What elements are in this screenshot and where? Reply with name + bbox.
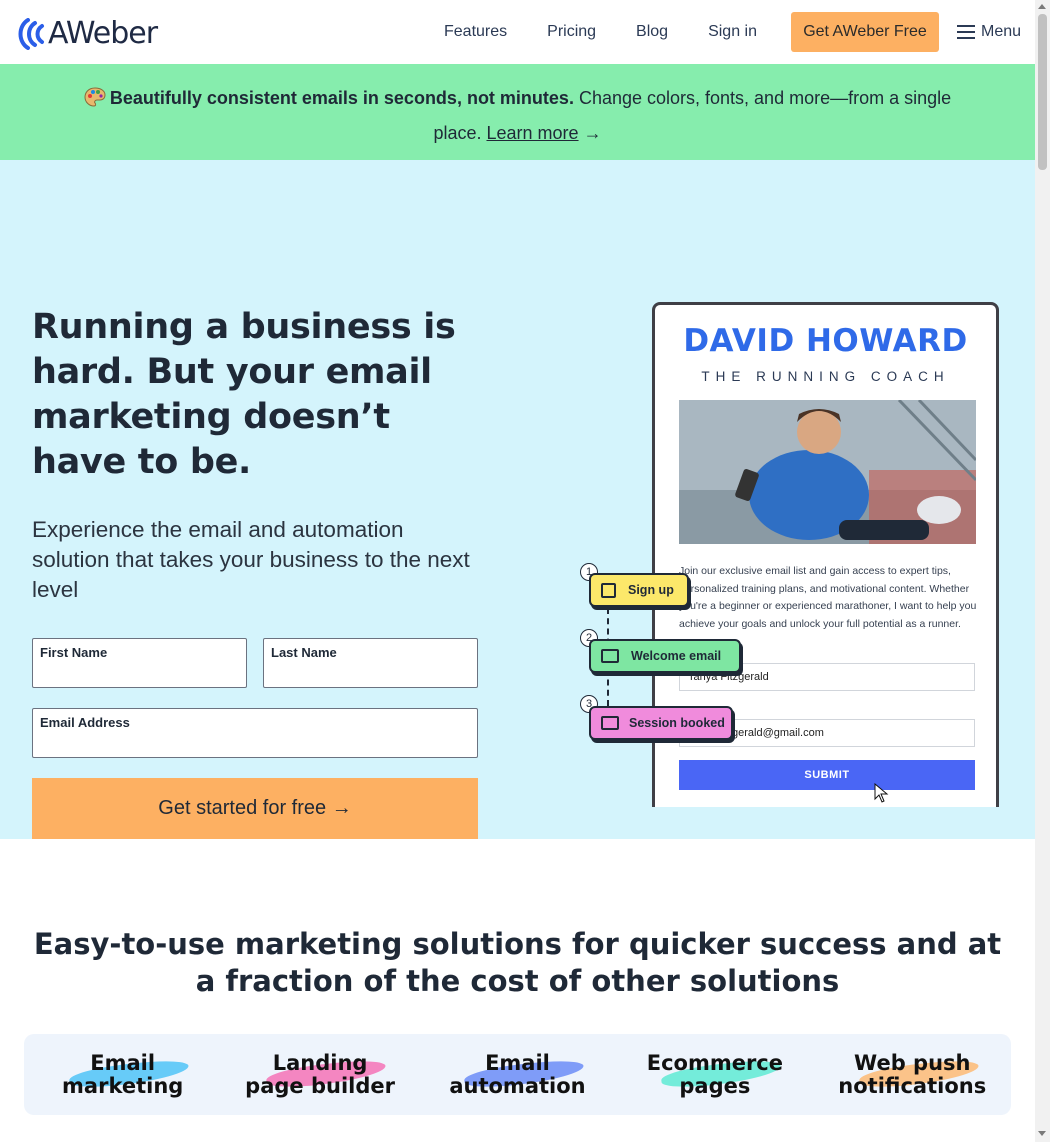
site-header: AWeber Features Pricing Blog Sign in Get… <box>0 0 1035 64</box>
scroll-down-icon[interactable] <box>1038 1131 1046 1136</box>
solution-line-2: pages <box>679 1073 751 1098</box>
arrow-right-icon: → <box>583 123 602 143</box>
preview-submit-button[interactable]: SUBMIT <box>679 760 975 790</box>
nav-features[interactable]: Features <box>424 12 527 52</box>
get-started-button[interactable]: Get started for free → <box>32 778 478 839</box>
first-name-label: First Name <box>40 645 108 660</box>
step-welcome-email: Welcome email <box>589 639 741 673</box>
hero-section: Running a business is hard. But your ema… <box>0 160 1035 839</box>
solution-line-1: Email <box>485 1050 550 1075</box>
get-aweber-free-button[interactable]: Get AWeber Free <box>791 12 939 52</box>
solution-line-1: Web push <box>854 1050 971 1075</box>
solution-line-1: Landing <box>272 1050 368 1075</box>
solution-line-2: notifications <box>838 1073 987 1098</box>
envelope-icon <box>601 649 619 663</box>
scroll-up-icon[interactable] <box>1038 4 1046 9</box>
envelope-icon <box>601 716 619 730</box>
solutions-title: Easy-to-use marketing solutions for quic… <box>33 927 1002 998</box>
page-scrollbar[interactable] <box>1035 0 1050 1142</box>
nav-sign-in[interactable]: Sign in <box>688 12 777 52</box>
step-session-booked: Session booked <box>589 706 733 740</box>
main-nav: Features Pricing Blog Sign in <box>424 12 777 52</box>
solution-ecommerce-pages[interactable]: Ecommerce pages <box>616 1034 813 1115</box>
email-address-label: Email Address <box>40 715 130 730</box>
scrollbar-thumb[interactable] <box>1038 14 1047 170</box>
form-icon <box>601 582 616 598</box>
preview-description: Join our exclusive email list and gain a… <box>679 565 977 630</box>
hero-subtitle: Experience the email and automation solu… <box>32 517 470 602</box>
solution-web-push-notifications[interactable]: Web push notifications <box>814 1034 1011 1115</box>
solution-email-marketing[interactable]: Email marketing <box>24 1034 221 1115</box>
solutions-strip: Email marketing Landing page builder Email… <box>24 1034 1011 1115</box>
aweber-logo-icon <box>18 17 44 50</box>
solution-line-2: automation <box>449 1073 586 1098</box>
solution-email-automation[interactable]: Email automation <box>419 1034 616 1115</box>
menu-button[interactable]: Menu <box>957 12 1021 52</box>
hamburger-icon <box>957 25 975 39</box>
last-name-label: Last Name <box>271 645 337 660</box>
learn-more-link[interactable]: Learn more <box>486 123 578 143</box>
step-welcome-email-label: Welcome email <box>631 649 722 663</box>
step-session-booked-label: Session booked <box>629 716 725 730</box>
last-name-field[interactable]: Last Name <box>263 638 478 688</box>
menu-label: Menu <box>981 23 1022 40</box>
solution-line-2: marketing <box>62 1073 184 1098</box>
runner-photo <box>679 400 976 544</box>
preview-role: THE RUNNING COACH <box>701 369 950 384</box>
aweber-logo[interactable]: AWeber <box>16 16 158 51</box>
solution-line-1: Ecommerce <box>646 1050 783 1075</box>
banner-bold-text: Beautifully consistent emails in seconds… <box>109 88 574 108</box>
email-address-field[interactable]: Email Address <box>32 708 478 758</box>
solution-line-2: page builder <box>245 1073 395 1098</box>
first-name-field[interactable]: First Name <box>32 638 247 688</box>
hero-title: Running a business is hard. But your ema… <box>32 307 456 482</box>
solution-line-1: Email <box>90 1050 156 1075</box>
solution-landing-page-builder[interactable]: Landing page builder <box>221 1034 418 1115</box>
mouse-cursor-icon <box>874 783 889 803</box>
nav-pricing[interactable]: Pricing <box>527 12 616 52</box>
step-sign-up-label: Sign up <box>628 583 674 597</box>
preview-name: DAVID HOWARD <box>683 323 968 359</box>
step-sign-up: Sign up <box>589 573 689 607</box>
announcement-banner: Beautifully consistent emails in seconds… <box>0 64 1035 160</box>
nav-blog[interactable]: Blog <box>616 12 688 52</box>
palette-icon <box>84 85 106 117</box>
logo-text: AWeber <box>48 16 158 51</box>
